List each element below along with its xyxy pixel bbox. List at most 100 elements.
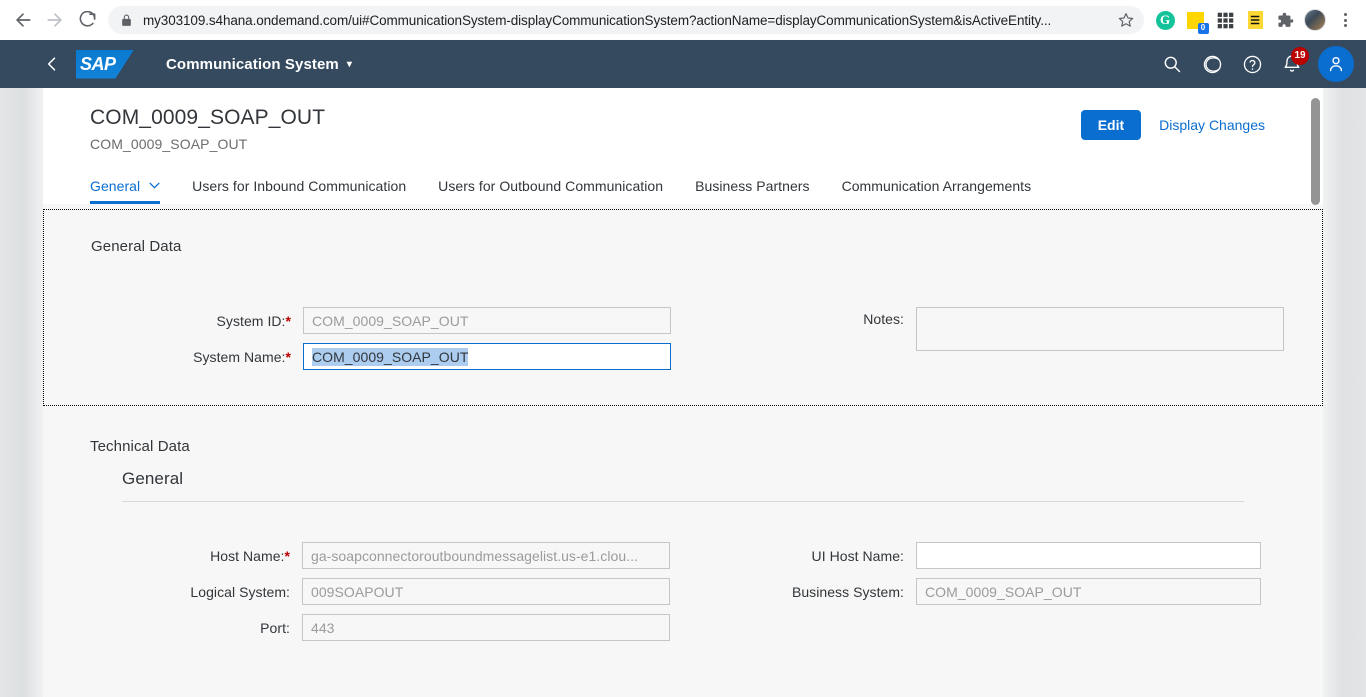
page-scrollbar-thumb[interactable] <box>1311 98 1320 205</box>
host-name-value: ga-soapconnectoroutboundmessagelist.us-e… <box>311 547 638 564</box>
system-name-input[interactable]: COM_0009_SOAP_OUT <box>303 343 671 370</box>
system-name-value: COM_0009_SOAP_OUT <box>312 347 469 366</box>
general-data-left-column: System ID:* COM_0009_SOAP_OUT System Nam… <box>44 307 683 379</box>
browser-back-button[interactable] <box>8 5 38 35</box>
address-bar[interactable]: my303109.s4hana.ondemand.com/ui#Communic… <box>108 6 1144 34</box>
object-page-header: COM_0009_SOAP_OUT COM_0009_SOAP_OUT Edit… <box>43 88 1323 204</box>
shell-back-button[interactable] <box>36 48 68 80</box>
grid-extension-icon[interactable] <box>1212 7 1238 33</box>
tab-general-label: General <box>90 178 141 194</box>
ui-host-name-row: UI Host Name: <box>683 542 1323 569</box>
required-indicator: * <box>284 547 290 564</box>
shell-app-title-text: Communication System <box>166 55 339 73</box>
tab-users-inbound[interactable]: Users for Inbound Communication <box>176 172 422 204</box>
help-icon[interactable] <box>1234 46 1270 82</box>
port-label: Port: <box>260 619 290 636</box>
host-name-label: Host Name:* <box>90 548 302 564</box>
shell-app-title[interactable]: Communication System ▾ <box>166 56 352 73</box>
page-body: COM_0009_SOAP_OUT COM_0009_SOAP_OUT Edit… <box>0 88 1366 697</box>
required-indicator: * <box>285 348 291 365</box>
chevron-down-icon[interactable]: ▾ <box>347 59 352 70</box>
logical-system-label: Logical System: <box>190 583 290 600</box>
object-page: COM_0009_SOAP_OUT COM_0009_SOAP_OUT Edit… <box>43 88 1323 697</box>
technical-data-general-subtitle: General <box>122 469 184 488</box>
business-system-row: Business System: COM_0009_SOAP_OUT <box>683 578 1323 605</box>
sap-logo[interactable]: SAP <box>76 48 142 80</box>
technical-data-title: Technical Data <box>90 438 190 455</box>
page-gutter-left <box>0 88 43 697</box>
technical-data-form: Host Name:* ga-soapconnectoroutboundmess… <box>43 542 1323 650</box>
chrome-profile-avatar[interactable] <box>1302 7 1328 33</box>
general-data-right-column: Notes: <box>683 307 1322 379</box>
technical-data-divider <box>122 501 1244 502</box>
shell-actions: 19 <box>1154 46 1354 82</box>
object-page-content: General Data System ID:* COM_0009_SOAP_O… <box>43 204 1323 697</box>
system-id-label-text: System ID: <box>216 312 286 329</box>
logical-system-value: 009SOAPOUT <box>311 583 404 600</box>
system-name-label: System Name:* <box>91 349 303 365</box>
object-page-tabs: General Users for Inbound Communication … <box>90 172 1299 204</box>
system-name-label-text: System Name: <box>193 348 286 365</box>
page-scrollbar[interactable] <box>1310 88 1321 697</box>
system-id-value: COM_0009_SOAP_OUT <box>312 312 469 329</box>
copilot-icon[interactable] <box>1194 46 1230 82</box>
notes-row: Notes: <box>683 307 1322 351</box>
chrome-menu-dots <box>1343 13 1347 27</box>
system-name-row: System Name:* COM_0009_SOAP_OUT <box>44 343 683 370</box>
ui-host-name-label: UI Host Name: <box>811 547 904 564</box>
logical-system-input[interactable]: 009SOAPOUT <box>302 578 670 605</box>
sap-shell-header: SAP Communication System ▾ 19 <box>0 40 1366 88</box>
sticky-note-glyph: 0 <box>1186 11 1209 34</box>
page-gutter-right <box>1323 88 1366 697</box>
address-bar-url[interactable]: my303109.s4hana.ondemand.com/ui#Communic… <box>143 13 1110 28</box>
chrome-menu-icon[interactable] <box>1332 7 1358 33</box>
chevron-down-icon[interactable] <box>149 181 160 192</box>
tab-users-outbound[interactable]: Users for Outbound Communication <box>422 172 679 204</box>
tab-business-partners[interactable]: Business Partners <box>679 172 825 204</box>
technical-data-right-column: UI Host Name: Business System: COM_0009_… <box>683 542 1323 650</box>
yellow-extension-glyph: ☰ <box>1247 11 1263 29</box>
edit-button[interactable]: Edit <box>1080 110 1142 140</box>
yellow-extension-icon[interactable]: ☰ <box>1242 7 1268 33</box>
puzzle-extensions-icon[interactable] <box>1272 7 1298 33</box>
host-name-input[interactable]: ga-soapconnectoroutboundmessagelist.us-e… <box>302 542 670 569</box>
sticky-note-extension-icon[interactable]: 0 <box>1182 7 1209 34</box>
business-system-value: COM_0009_SOAP_OUT <box>925 583 1082 600</box>
host-name-label-text: Host Name: <box>210 547 285 564</box>
search-icon[interactable] <box>1154 46 1190 82</box>
system-id-label: System ID:* <box>91 313 303 329</box>
technical-data-left-column: Host Name:* ga-soapconnectoroutboundmess… <box>43 542 683 650</box>
general-data-title: General Data <box>91 238 182 255</box>
grammarly-extension-icon[interactable]: G <box>1152 7 1178 33</box>
general-data-form: System ID:* COM_0009_SOAP_OUT System Nam… <box>44 307 1322 379</box>
notes-label: Notes: <box>863 311 904 327</box>
browser-toolbar: my303109.s4hana.ondemand.com/ui#Communic… <box>0 0 1366 40</box>
technical-data-section: Technical Data General Host Name:* ga-so… <box>43 406 1323 650</box>
notes-input[interactable] <box>916 307 1284 351</box>
host-name-row: Host Name:* ga-soapconnectoroutboundmess… <box>43 542 683 569</box>
tab-general[interactable]: General <box>90 172 176 204</box>
display-changes-button[interactable]: Display Changes <box>1157 112 1267 138</box>
business-system-input[interactable]: COM_0009_SOAP_OUT <box>916 578 1261 605</box>
port-value: 443 <box>311 619 335 636</box>
browser-extensions-tray: G 0 ☰ <box>1152 7 1358 34</box>
ui-host-name-input[interactable] <box>916 542 1261 569</box>
object-page-actions: Edit Display Changes <box>1080 110 1267 140</box>
user-avatar-icon[interactable] <box>1318 46 1354 82</box>
sap-logo-text: SAP <box>80 53 116 74</box>
notifications-bell-icon[interactable]: 19 <box>1274 46 1310 82</box>
notifications-count-badge: 19 <box>1291 47 1309 65</box>
sticky-note-badge: 0 <box>1197 22 1209 34</box>
system-id-row: System ID:* COM_0009_SOAP_OUT <box>44 307 683 334</box>
bookmark-star-icon[interactable] <box>1118 12 1134 28</box>
port-row: Port: 443 <box>43 614 683 641</box>
chrome-profile-avatar-image <box>1304 9 1326 31</box>
browser-reload-button[interactable] <box>72 5 102 35</box>
browser-forward-button[interactable] <box>40 5 70 35</box>
port-input[interactable]: 443 <box>302 614 670 641</box>
grammarly-glyph: G <box>1155 10 1175 30</box>
tab-communication-arrangements[interactable]: Communication Arrangements <box>826 172 1048 204</box>
system-id-input[interactable]: COM_0009_SOAP_OUT <box>303 307 671 334</box>
general-data-section: General Data System ID:* COM_0009_SOAP_O… <box>43 209 1323 406</box>
lock-icon <box>120 14 133 27</box>
